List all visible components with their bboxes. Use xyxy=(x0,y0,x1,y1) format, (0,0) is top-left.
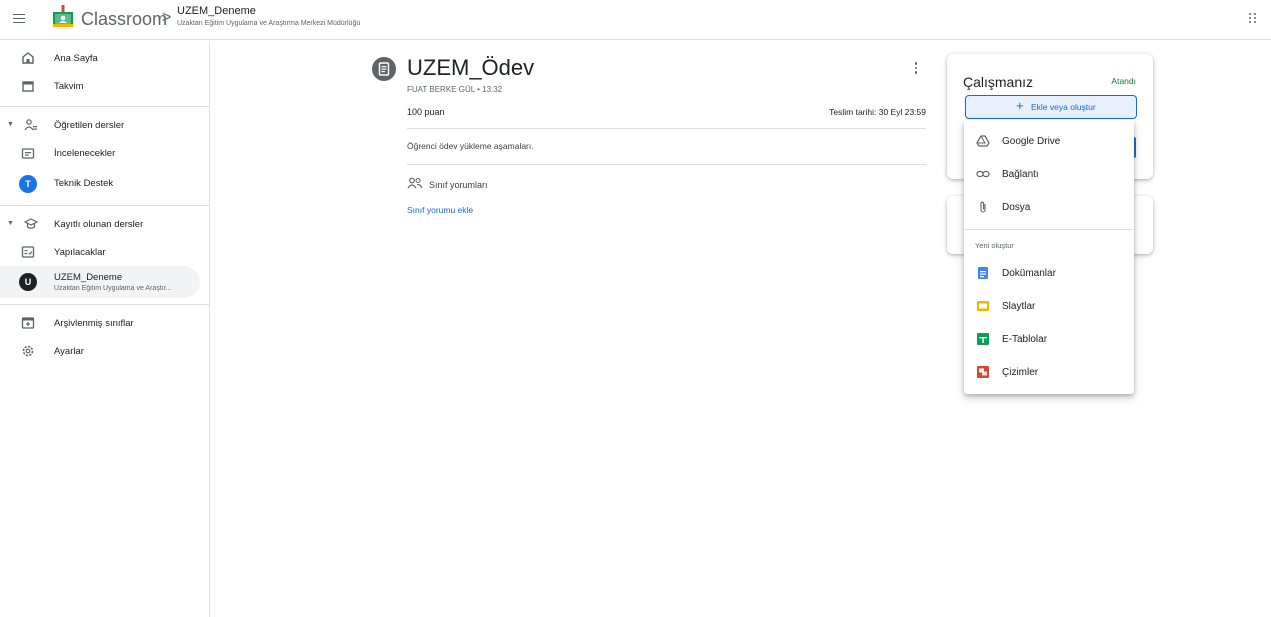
sidebar: Ana Sayfa Takvim ▼ Öğretilen dersler İnc… xyxy=(0,41,210,617)
divider xyxy=(407,164,926,165)
google-docs-icon xyxy=(978,267,988,279)
menu-item-label: Google Drive xyxy=(1002,136,1061,147)
sidebar-item-enrolled[interactable]: ▼ Kayıtlı olunan dersler xyxy=(0,211,200,239)
create-new-header: Yeni oluştur xyxy=(975,241,1014,250)
menu-item-google-drive[interactable]: Google Drive xyxy=(964,126,1134,156)
breadcrumb-separator: > xyxy=(162,9,172,26)
assignment-meta: FUAT BERKE GÜL • 13:32 xyxy=(407,85,503,94)
sidebar-item-class-uzem-deneme[interactable]: U UZEM_Deneme Uzaktan Eğitim Uygulama ve… xyxy=(0,266,200,298)
app-brand[interactable]: Classroom xyxy=(81,9,167,30)
breadcrumb-class-subtitle: Uzaktan Eğitim Uygulama ve Araştırma Mer… xyxy=(177,20,361,27)
sidebar-item-class-teknik-destek[interactable]: T Teknik Destek xyxy=(0,170,200,198)
add-create-menu: Google Drive Bağlantı Dosya Yeni oluştur… xyxy=(964,120,1134,394)
assignment-points: 100 puan xyxy=(407,107,445,117)
google-drive-icon xyxy=(976,135,990,147)
sidebar-item-settings[interactable]: Ayarlar xyxy=(0,338,200,366)
add-class-comment-link[interactable]: Sınıf yorumu ekle xyxy=(407,205,473,215)
menu-item-file[interactable]: Dosya xyxy=(964,192,1134,222)
sidebar-item-home[interactable]: Ana Sayfa xyxy=(0,45,200,73)
google-sheets-icon xyxy=(977,333,989,345)
people-icon xyxy=(407,177,423,189)
assignment-title: UZEM_Ödev xyxy=(407,55,535,80)
assignment-description: Öğrenci ödev yükleme aşamaları. xyxy=(407,141,534,151)
menu-item-docs[interactable]: Dokümanlar xyxy=(964,258,1134,288)
sidebar-item-calendar[interactable]: Takvim xyxy=(0,73,200,101)
gear-icon xyxy=(22,345,34,357)
graduation-cap-icon xyxy=(24,218,38,229)
divider xyxy=(407,128,926,129)
menu-item-sheets[interactable]: E-Tablolar xyxy=(964,324,1134,354)
menu-item-label: Bağlantı xyxy=(1002,169,1039,180)
add-or-create-button[interactable]: + Ekle veya oluştur xyxy=(965,95,1137,119)
sidebar-divider xyxy=(0,205,210,206)
sidebar-item-label: Ayarlar xyxy=(54,346,84,357)
sidebar-item-label: UZEM_Deneme xyxy=(54,272,123,283)
your-work-title: Çalışmanız xyxy=(963,74,1034,90)
sidebar-item-teaching[interactable]: ▼ Öğretilen dersler xyxy=(0,112,200,140)
class-avatar: T xyxy=(19,175,37,193)
todo-list-icon xyxy=(21,246,35,258)
menu-item-label: Dokümanlar xyxy=(1002,268,1056,279)
review-folder-icon xyxy=(21,148,35,159)
expand-caret-icon[interactable]: ▼ xyxy=(7,220,14,227)
home-icon xyxy=(22,52,34,64)
sidebar-item-label: İncelenecekler xyxy=(54,148,116,159)
sidebar-item-label: Takvim xyxy=(54,81,84,92)
menu-item-slides[interactable]: Slaytlar xyxy=(964,291,1134,321)
more-options-icon[interactable] xyxy=(913,62,919,76)
class-comments-label: Sınıf yorumları xyxy=(429,180,488,190)
expand-caret-icon[interactable]: ▼ xyxy=(7,121,14,128)
menu-item-drawings[interactable]: Çizimler xyxy=(964,357,1134,387)
menu-item-label: Dosya xyxy=(1002,202,1031,213)
sidebar-divider xyxy=(0,106,210,107)
sidebar-item-todo[interactable]: Yapılacaklar xyxy=(0,239,200,267)
sidebar-item-label: Ana Sayfa xyxy=(54,53,98,64)
top-bar: Classroom > UZEM_Deneme Uzaktan Eğitim U… xyxy=(0,0,1271,40)
sidebar-item-sublabel: Uzaktan Eğitim Uygulama ve Araştır... xyxy=(54,285,172,292)
main-menu-icon[interactable] xyxy=(13,11,27,25)
plus-icon: + xyxy=(1016,98,1024,113)
menu-item-label: Çizimler xyxy=(1002,367,1039,378)
class-avatar: U xyxy=(19,273,37,291)
menu-divider xyxy=(964,229,1134,230)
due-date: Teslim tarihi: 30 Eyl 23:59 xyxy=(829,107,926,117)
sidebar-item-label: Yapılacaklar xyxy=(54,247,106,258)
sidebar-item-label: Öğretilen dersler xyxy=(54,120,125,131)
assignment-icon xyxy=(372,57,396,81)
google-apps-icon[interactable] xyxy=(1248,13,1258,25)
breadcrumb-class-name[interactable]: UZEM_Deneme xyxy=(177,5,256,17)
sidebar-item-label: Teknik Destek xyxy=(54,178,114,189)
menu-item-label: E-Tablolar xyxy=(1002,334,1048,345)
menu-item-link[interactable]: Bağlantı xyxy=(964,159,1134,189)
add-or-create-label: Ekle veya oluştur xyxy=(1031,102,1096,112)
sidebar-item-label: Arşivlenmiş sınıflar xyxy=(54,318,134,329)
archive-icon xyxy=(21,317,35,329)
sidebar-item-to-review[interactable]: İncelenecekler xyxy=(0,140,200,168)
status-badge: Atandı xyxy=(1111,76,1136,86)
classroom-logo-icon[interactable] xyxy=(52,4,74,28)
teacher-icon xyxy=(24,119,37,131)
sidebar-item-archived[interactable]: Arşivlenmiş sınıflar xyxy=(0,310,200,338)
sidebar-divider xyxy=(0,304,210,305)
paperclip-icon xyxy=(980,201,986,213)
link-icon xyxy=(976,170,990,178)
google-drawings-icon xyxy=(977,366,989,378)
calendar-icon xyxy=(22,81,34,92)
menu-item-label: Slaytlar xyxy=(1002,301,1036,312)
google-slides-icon xyxy=(977,301,989,311)
sidebar-item-label: Kayıtlı olunan dersler xyxy=(54,219,144,230)
